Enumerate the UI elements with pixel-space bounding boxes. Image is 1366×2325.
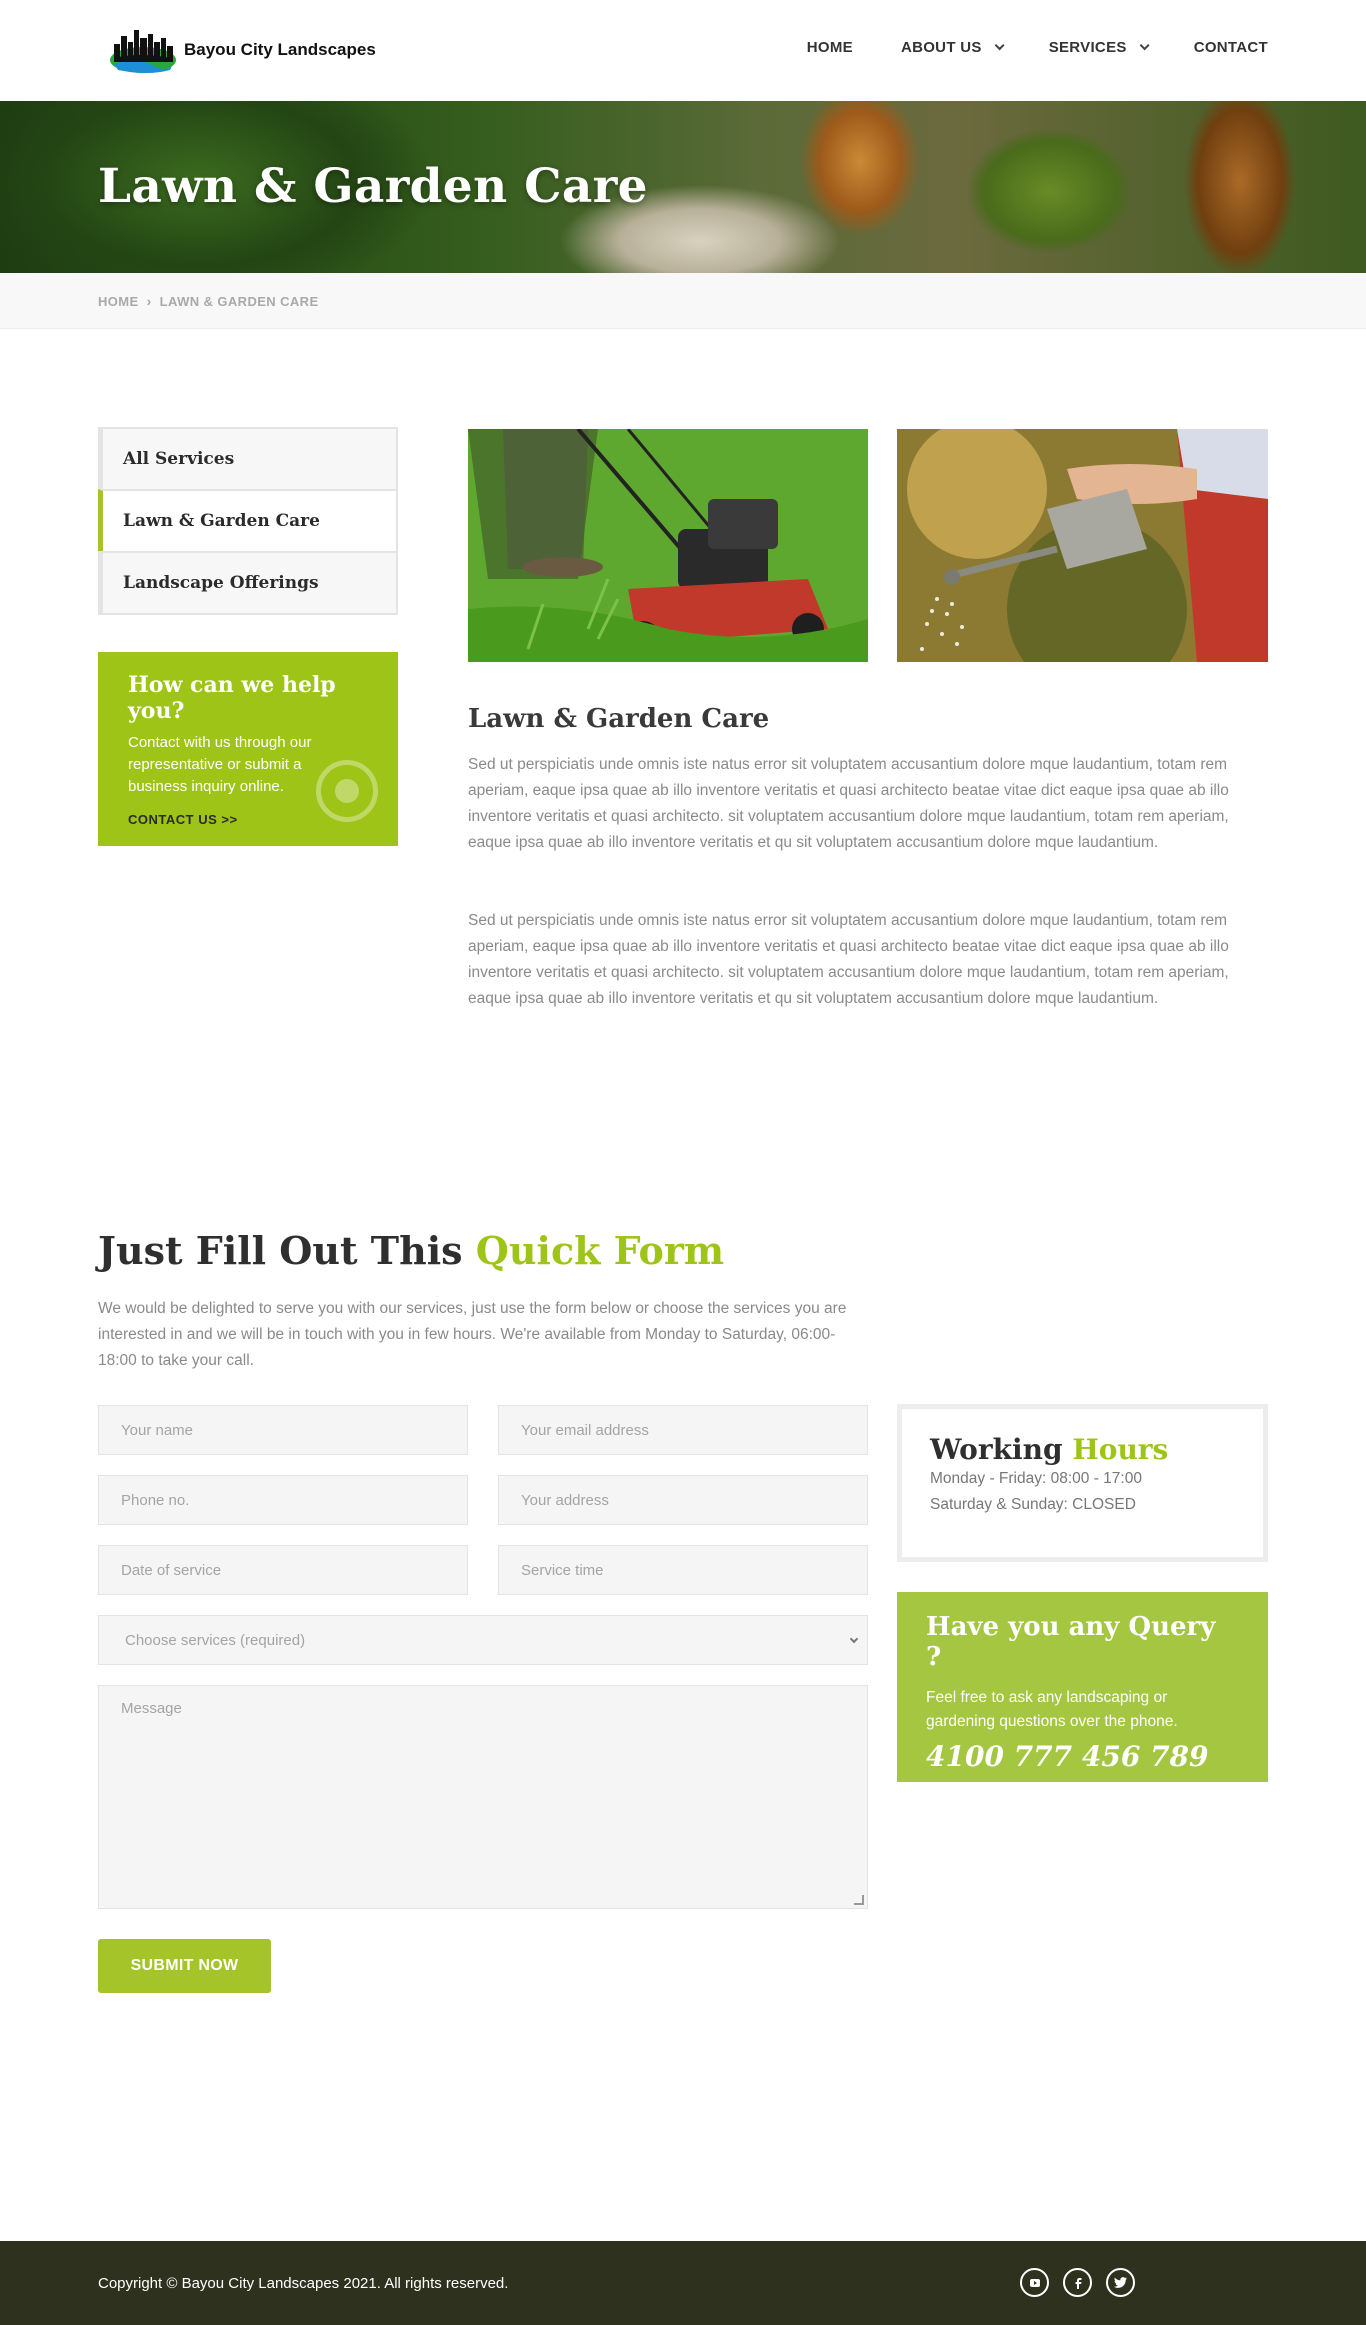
chevron-down-icon bbox=[849, 1634, 859, 1644]
phone-placeholder: Phone no. bbox=[121, 1491, 190, 1509]
time-field[interactable]: Service time bbox=[498, 1545, 868, 1595]
submit-button[interactable]: SUBMIT NOW bbox=[98, 1939, 271, 1993]
phone-field[interactable]: Phone no. bbox=[98, 1475, 468, 1525]
brand-name: Bayou City Landscapes bbox=[184, 40, 376, 59]
breadcrumb: HOME › LAWN & GARDEN CARE bbox=[98, 293, 319, 309]
site-footer: Copyright © Bayou City Landscapes 2021. … bbox=[0, 2241, 1366, 2325]
page-title: Lawn & Garden Care bbox=[98, 159, 648, 214]
address-placeholder: Your address bbox=[521, 1491, 609, 1509]
address-field[interactable]: Your address bbox=[498, 1475, 868, 1525]
services-select-value: Choose services (required) bbox=[125, 1631, 306, 1649]
date-field[interactable]: Date of service bbox=[98, 1545, 468, 1595]
name-placeholder: Your name bbox=[121, 1421, 193, 1439]
services-sidebar: All Services Lawn & Garden Care Landscap… bbox=[98, 427, 398, 615]
content-paragraph-1: Sed ut perspiciatis unde omnis iste natu… bbox=[468, 756, 1229, 851]
form-title-accent: Quick Form bbox=[475, 1228, 725, 1273]
nav-about-label: ABOUT US bbox=[900, 39, 982, 56]
content-title: Lawn & Garden Care bbox=[468, 704, 770, 734]
sidebar-item-lawn-garden-care[interactable]: Lawn & Garden Care bbox=[98, 489, 398, 553]
page-hero-banner: Lawn & Garden Care bbox=[0, 101, 1366, 273]
services-select[interactable]: Choose services (required) bbox=[98, 1615, 868, 1665]
breadcrumb-current: LAWN & GARDEN CARE bbox=[159, 293, 319, 309]
hours-title: Working Hours bbox=[930, 1433, 1235, 1466]
query-box: Have you any Query ? Feel free to ask an… bbox=[897, 1592, 1268, 1782]
form-title-plain: Just Fill Out This bbox=[98, 1228, 476, 1273]
chevron-down-icon bbox=[994, 40, 1005, 51]
logo-skyline-icon bbox=[108, 26, 178, 74]
email-placeholder: Your email address bbox=[521, 1421, 649, 1439]
chevron-right-icon: › bbox=[146, 293, 152, 309]
nav-services-label: SERVICES bbox=[1048, 39, 1127, 56]
name-field[interactable]: Your name bbox=[98, 1405, 468, 1455]
query-text: Feel free to ask any landscaping or gard… bbox=[926, 1689, 1178, 1730]
nav-about[interactable]: ABOUT US bbox=[900, 39, 1005, 56]
form-intro: We would be delighted to serve you with … bbox=[98, 1300, 847, 1369]
logo[interactable]: Bayou City Landscapes bbox=[108, 26, 376, 74]
nav-contact-label: CONTACT bbox=[1193, 39, 1268, 56]
message-field[interactable]: Message bbox=[98, 1685, 868, 1909]
main-nav: HOME ABOUT US SERVICES CONTACT bbox=[759, 39, 1268, 56]
watering-can-image bbox=[897, 429, 1268, 662]
query-title: Have you any Query ? bbox=[926, 1612, 1216, 1672]
copyright-text: Copyright © Bayou City Landscapes 2021. … bbox=[98, 2275, 509, 2292]
resize-handle-icon[interactable] bbox=[854, 1895, 864, 1905]
help-title: How can we help you? bbox=[128, 672, 336, 724]
twitter-icon[interactable] bbox=[1106, 2268, 1135, 2297]
whatsapp-icon bbox=[316, 760, 378, 822]
form-title: Just Fill Out This Quick Form bbox=[98, 1228, 724, 1273]
lawn-mower-image bbox=[468, 429, 868, 662]
nav-home-label: HOME bbox=[806, 39, 853, 56]
date-placeholder: Date of service bbox=[121, 1561, 222, 1579]
breadcrumb-home[interactable]: HOME bbox=[98, 294, 139, 309]
nav-contact[interactable]: CONTACT bbox=[1194, 39, 1268, 56]
hours-title-accent: Hours bbox=[1072, 1433, 1169, 1466]
chevron-down-icon bbox=[1139, 40, 1150, 51]
facebook-icon[interactable] bbox=[1063, 2268, 1092, 2297]
message-placeholder: Message bbox=[121, 1700, 182, 1717]
sidebar-item-landscape-offerings[interactable]: Landscape Offerings bbox=[98, 551, 398, 615]
working-hours-box: Working Hours Monday - Friday: 08:00 - 1… bbox=[897, 1404, 1268, 1562]
time-placeholder: Service time bbox=[521, 1561, 604, 1579]
hours-weekend: Saturday & Sunday: CLOSED bbox=[930, 1496, 1136, 1513]
help-box: How can we help you? Contact with us thr… bbox=[98, 652, 398, 846]
content-paragraph-2: Sed ut perspiciatis unde omnis iste natu… bbox=[468, 912, 1229, 1007]
hours-weekdays: Monday - Friday: 08:00 - 17:00 bbox=[930, 1470, 1142, 1487]
breadcrumb-bar: HOME › LAWN & GARDEN CARE bbox=[0, 273, 1366, 329]
nav-services[interactable]: SERVICES bbox=[1048, 39, 1150, 56]
nav-home[interactable]: HOME bbox=[807, 39, 853, 56]
query-phone[interactable]: 4100 777 456 789 bbox=[926, 1740, 1239, 1773]
youtube-icon[interactable] bbox=[1020, 2268, 1049, 2297]
email-field[interactable]: Your email address bbox=[498, 1405, 868, 1455]
sidebar-item-all-services[interactable]: All Services bbox=[98, 427, 398, 491]
social-links bbox=[1020, 2268, 1135, 2297]
site-header: Bayou City Landscapes HOME ABOUT US SERV… bbox=[0, 0, 1366, 101]
hours-title-plain: Working bbox=[930, 1433, 1073, 1466]
